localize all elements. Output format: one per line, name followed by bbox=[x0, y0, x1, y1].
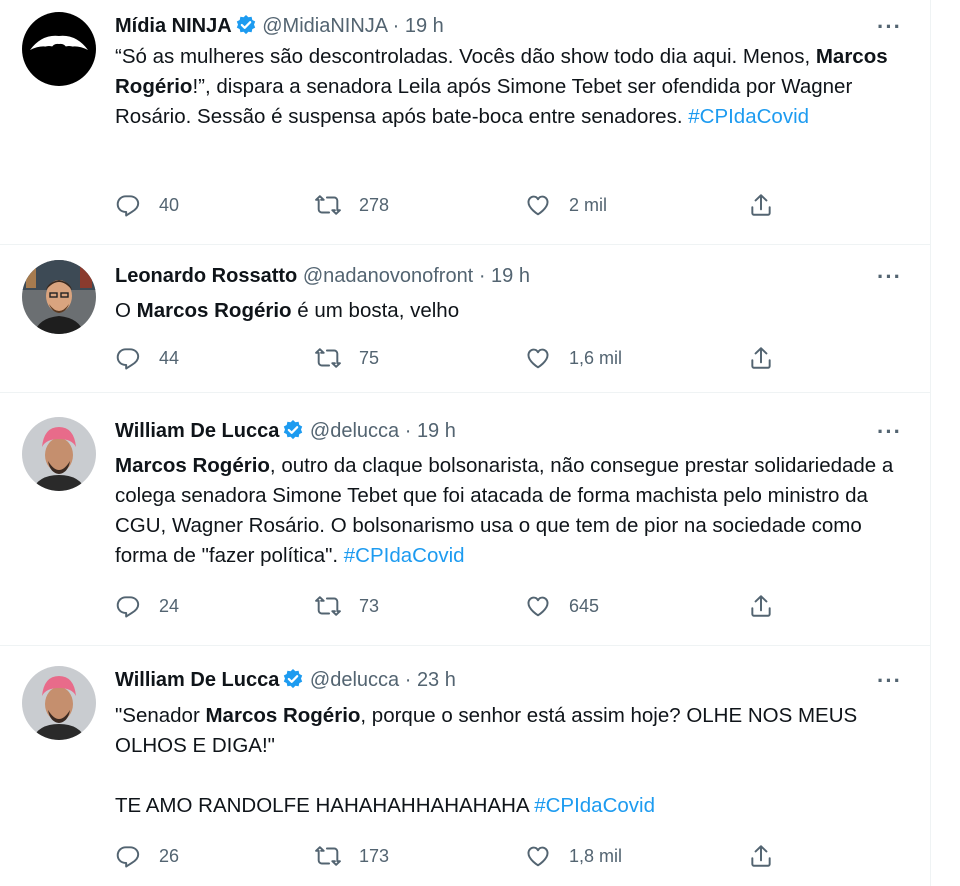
retweet-icon bbox=[315, 843, 341, 869]
retweet-button[interactable]: 73 bbox=[315, 593, 379, 619]
separator-dot: · bbox=[478, 265, 486, 287]
highlighted-text: Marcos Rogério bbox=[136, 299, 292, 322]
more-options-icon[interactable]: ··· bbox=[877, 419, 902, 445]
author-name[interactable]: William De Lucca bbox=[115, 420, 279, 442]
separator-dot: · bbox=[404, 669, 412, 691]
retweet-button[interactable]: 75 bbox=[315, 345, 379, 371]
share-button[interactable] bbox=[748, 345, 774, 371]
tweet-text: “Só as mulheres são descontroladas. Você… bbox=[115, 42, 915, 132]
timestamp[interactable]: 23 h bbox=[417, 669, 456, 691]
tweet-actions: 26 173 1,8 mil bbox=[115, 843, 805, 875]
avatar[interactable] bbox=[22, 12, 96, 86]
like-count: 1,8 mil bbox=[569, 845, 623, 866]
verified-badge-icon bbox=[235, 14, 257, 44]
share-icon bbox=[748, 593, 774, 619]
separator-dot: · bbox=[392, 15, 400, 37]
hashtag-link[interactable]: #CPIdaCovid bbox=[688, 105, 809, 128]
reply-icon bbox=[115, 345, 141, 371]
like-count: 2 mil bbox=[569, 194, 608, 215]
tweet-text: Marcos Rogério, outro da claque bolsonar… bbox=[115, 451, 915, 571]
tweet[interactable]: Mídia NINJA @MidiaNINJA · 19 h ··· “Só a… bbox=[0, 0, 930, 245]
tweet-header: William De Lucca @delucca · 19 h bbox=[115, 417, 456, 449]
like-icon bbox=[525, 843, 551, 869]
reply-count: 26 bbox=[159, 845, 180, 866]
tweet[interactable]: William De Lucca @delucca · 23 h ··· "Se… bbox=[0, 646, 930, 886]
like-icon bbox=[525, 593, 551, 619]
tweet-actions: 40 278 2 mil bbox=[115, 192, 805, 224]
verified-badge-icon bbox=[282, 419, 304, 449]
reply-button[interactable]: 26 bbox=[115, 843, 179, 869]
like-count: 645 bbox=[569, 595, 600, 616]
share-button[interactable] bbox=[748, 593, 774, 619]
highlighted-text: Marcos Rogério bbox=[205, 704, 361, 727]
more-options-icon[interactable]: ··· bbox=[877, 264, 902, 290]
like-count: 1,6 mil bbox=[569, 347, 623, 368]
tweet-actions: 24 73 645 bbox=[115, 593, 805, 625]
reply-count: 24 bbox=[159, 595, 180, 616]
retweet-button[interactable]: 173 bbox=[315, 843, 389, 869]
reply-icon bbox=[115, 593, 141, 619]
tweet-actions: 44 75 1,6 mil bbox=[115, 345, 805, 377]
author-name[interactable]: Leonardo Rossatto bbox=[115, 265, 297, 287]
share-icon bbox=[748, 345, 774, 371]
hashtag-link[interactable]: #CPIdaCovid bbox=[344, 544, 465, 567]
like-icon bbox=[525, 345, 551, 371]
share-button[interactable] bbox=[748, 843, 774, 869]
retweet-icon bbox=[315, 345, 341, 371]
tweet-header: William De Lucca @delucca · 23 h bbox=[115, 666, 456, 698]
tweet[interactable]: Leonardo Rossatto @nadanovonofront · 19 … bbox=[0, 245, 930, 393]
retweet-button[interactable]: 278 bbox=[315, 192, 389, 218]
more-options-icon[interactable]: ··· bbox=[877, 14, 902, 40]
retweet-count: 173 bbox=[359, 845, 390, 866]
highlighted-text: Marcos Rogério bbox=[115, 454, 270, 477]
share-button[interactable] bbox=[748, 192, 774, 218]
retweet-count: 75 bbox=[359, 347, 380, 368]
hashtag-link[interactable]: #CPIdaCovid bbox=[534, 794, 655, 817]
author-name[interactable]: Mídia NINJA bbox=[115, 15, 232, 37]
reply-button[interactable]: 44 bbox=[115, 345, 179, 371]
retweet-icon bbox=[315, 192, 341, 218]
author-handle[interactable]: @MidiaNINJA bbox=[262, 15, 387, 37]
tweet-header: Mídia NINJA @MidiaNINJA · 19 h bbox=[115, 12, 444, 44]
text-segment: O bbox=[115, 299, 137, 322]
author-handle[interactable]: @delucca bbox=[310, 669, 399, 691]
reply-icon bbox=[115, 843, 141, 869]
like-button[interactable]: 645 bbox=[525, 593, 599, 619]
author-handle[interactable]: @delucca bbox=[310, 420, 399, 442]
retweet-count: 278 bbox=[359, 194, 390, 215]
separator-dot: · bbox=[404, 420, 412, 442]
like-icon bbox=[525, 192, 551, 218]
timestamp[interactable]: 19 h bbox=[417, 420, 456, 442]
avatar[interactable] bbox=[22, 260, 96, 334]
tweet[interactable]: William De Lucca @delucca · 19 h ··· Mar… bbox=[0, 393, 930, 646]
timestamp[interactable]: 19 h bbox=[405, 15, 444, 37]
timestamp[interactable]: 19 h bbox=[491, 265, 530, 287]
reply-button[interactable]: 24 bbox=[115, 593, 179, 619]
tweet-header: Leonardo Rossatto @nadanovonofront · 19 … bbox=[115, 262, 530, 290]
text-segment: “Só as mulheres são descontroladas. Você… bbox=[115, 45, 816, 68]
share-icon bbox=[748, 843, 774, 869]
retweet-count: 73 bbox=[359, 595, 380, 616]
like-button[interactable]: 1,8 mil bbox=[525, 843, 622, 869]
reply-count: 40 bbox=[159, 194, 180, 215]
more-options-icon[interactable]: ··· bbox=[877, 668, 902, 694]
text-segment: é um bosta, velho bbox=[291, 299, 460, 322]
like-button[interactable]: 1,6 mil bbox=[525, 345, 622, 371]
reply-button[interactable]: 40 bbox=[115, 192, 179, 218]
like-button[interactable]: 2 mil bbox=[525, 192, 607, 218]
avatar[interactable] bbox=[22, 417, 96, 491]
reply-count: 44 bbox=[159, 347, 180, 368]
author-name[interactable]: William De Lucca bbox=[115, 669, 279, 691]
tweet-text: "Senador Marcos Rogério, porque o senhor… bbox=[115, 701, 915, 821]
share-icon bbox=[748, 192, 774, 218]
tweet-text: O Marcos Rogério é um bosta, velho bbox=[115, 296, 915, 326]
avatar[interactable] bbox=[22, 666, 96, 740]
text-segment: "Senador bbox=[115, 704, 206, 727]
author-handle[interactable]: @nadanovonofront bbox=[303, 265, 473, 287]
verified-badge-icon bbox=[282, 668, 304, 698]
retweet-icon bbox=[315, 593, 341, 619]
reply-icon bbox=[115, 192, 141, 218]
timeline-feed: Mídia NINJA @MidiaNINJA · 19 h ··· “Só a… bbox=[0, 0, 931, 886]
